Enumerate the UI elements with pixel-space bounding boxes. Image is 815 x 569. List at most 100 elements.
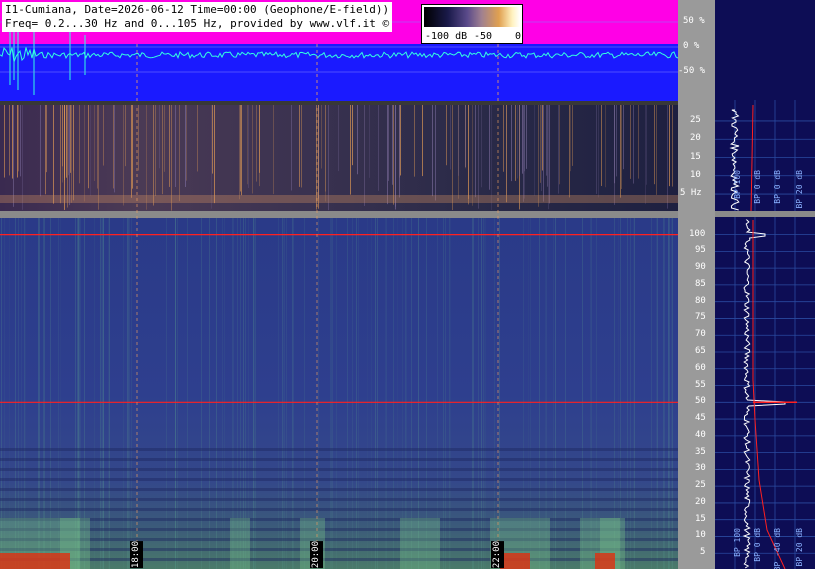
- main-spec-streak: [177, 218, 178, 569]
- main-spec-streak: [284, 218, 285, 569]
- colorbar-legend: -100 dB -50 0: [421, 4, 523, 44]
- low-spec-streak: [621, 105, 622, 189]
- main-spec-dark-band: [0, 498, 678, 501]
- main-spec-streak: [358, 218, 359, 569]
- low-spec-streak: [547, 105, 548, 187]
- low-spec-streak: [197, 105, 198, 172]
- low-spec-streak: [53, 105, 54, 204]
- low-spec-streak: [549, 105, 550, 204]
- low-spec-streak: [318, 105, 319, 209]
- low-frequency-tick-label: 5 Hz: [680, 188, 702, 199]
- main-spec-streak: [336, 218, 337, 569]
- main-spec-dark-band: [0, 558, 678, 561]
- low-spec-streak: [45, 105, 46, 195]
- low-spec-streak: [88, 105, 89, 189]
- low-spec-streak: [13, 105, 14, 207]
- bp-label-main: BP 20 dB: [795, 528, 804, 567]
- main-spec-streak: [25, 218, 26, 569]
- low-spec-streak: [559, 105, 560, 185]
- main-spec-streak: [15, 218, 16, 569]
- main-spec-streak: [669, 218, 670, 569]
- bp-label-low: BP 20 dB: [795, 170, 804, 209]
- main-spec-streak: [565, 218, 566, 569]
- side-separator: [715, 211, 815, 217]
- main-spec-dark-band: [0, 518, 678, 521]
- main-spec-streak: [278, 218, 279, 569]
- low-spec-streak: [175, 105, 176, 187]
- low-spec-streak: [395, 105, 396, 207]
- main-spec-streak: [128, 218, 129, 569]
- main-spec-streak: [485, 218, 486, 569]
- main-spec-streak: [499, 218, 500, 569]
- low-spec-streak: [667, 105, 668, 209]
- low-spec-streak: [400, 105, 401, 176]
- low-spec-streak: [541, 105, 542, 192]
- main-spec-streak: [620, 218, 621, 569]
- low-spec-streak: [446, 105, 447, 166]
- main-spec-dark-band: [0, 538, 678, 541]
- low-spec-streak: [540, 105, 541, 183]
- low-spec-streak: [481, 105, 482, 188]
- main-spec-dark-band: [0, 548, 678, 551]
- low-spec-streak: [247, 105, 248, 185]
- main-spec-streak: [630, 218, 631, 569]
- low-spec-streak: [240, 105, 241, 192]
- low-spec-streak: [259, 105, 260, 187]
- low-frequency-tick-label: 15: [690, 151, 701, 162]
- low-spec-streak: [393, 105, 394, 205]
- amplitude-tick-label: -50 %: [678, 66, 706, 76]
- main-spec-streak: [283, 218, 284, 569]
- main-spec-streak: [166, 218, 167, 569]
- low-spec-streak: [291, 105, 292, 191]
- low-spec-streak: [17, 105, 18, 178]
- main-frequency-tick-label: 40: [695, 429, 706, 440]
- low-spec-streak: [9, 105, 10, 176]
- main-spec-lowfreq-energy-4: [400, 518, 440, 569]
- main-frequency-tick-label: 80: [695, 295, 706, 306]
- main-spec-streak: [590, 218, 591, 569]
- main-spec-streak: [618, 218, 619, 569]
- main-spec-streak: [472, 218, 473, 569]
- low-spec-streak: [321, 105, 322, 169]
- main-spec-streak: [356, 218, 357, 569]
- low-spec-streak: [68, 105, 69, 176]
- low-spec-streak: [656, 105, 657, 195]
- main-spec-streak: [9, 218, 10, 569]
- low-spec-streak: [22, 105, 23, 210]
- colorbar-gradient: [424, 7, 520, 27]
- main-frequency-tick-label: 85: [695, 278, 706, 289]
- low-spec-streak: [132, 105, 133, 189]
- low-spec-streak: [517, 105, 518, 179]
- main-spec-streak: [209, 218, 210, 569]
- main-spec-streak: [103, 218, 104, 569]
- low-spec-streak: [273, 105, 274, 195]
- low-spec-streak: [538, 105, 539, 207]
- main-spec-streak: [253, 218, 254, 569]
- low-spec-streak: [506, 105, 507, 203]
- main-spec-streak: [100, 218, 101, 569]
- low-spec-streak: [450, 105, 451, 170]
- main-frequency-tick-label: 5: [700, 547, 706, 558]
- low-spec-streak: [328, 105, 329, 211]
- spectrogram-display: I1-Cumiana, Date=2026-06-12 Time=00:00 (…: [0, 0, 815, 569]
- low-spec-streak: [672, 105, 673, 187]
- low-spec-streak: [503, 105, 504, 172]
- main-spec-streak: [330, 218, 331, 569]
- main-spec-streak: [530, 218, 531, 569]
- main-spec-streak: [224, 218, 225, 569]
- main-spec-streak: [80, 218, 81, 569]
- main-spec-streak: [437, 218, 438, 569]
- title-line-2: Freq= 0.2...30 Hz and 0...105 Hz, provid…: [5, 17, 390, 30]
- low-spec-streak: [392, 105, 393, 185]
- main-spec-streak: [233, 218, 234, 569]
- main-spec-streak: [651, 218, 652, 569]
- title-line-1: I1-Cumiana, Date=2026-06-12 Time=00:00 (…: [5, 3, 390, 16]
- low-spec-streak: [70, 105, 71, 173]
- low-spec-streak: [60, 105, 61, 204]
- main-spec-streak: [123, 218, 124, 569]
- low-spec-streak: [299, 105, 300, 187]
- colorbar-label-mid: -50: [474, 31, 493, 42]
- low-spec-streak: [387, 105, 388, 205]
- low-spec-streak: [572, 105, 573, 166]
- low-spec-streak: [548, 105, 549, 210]
